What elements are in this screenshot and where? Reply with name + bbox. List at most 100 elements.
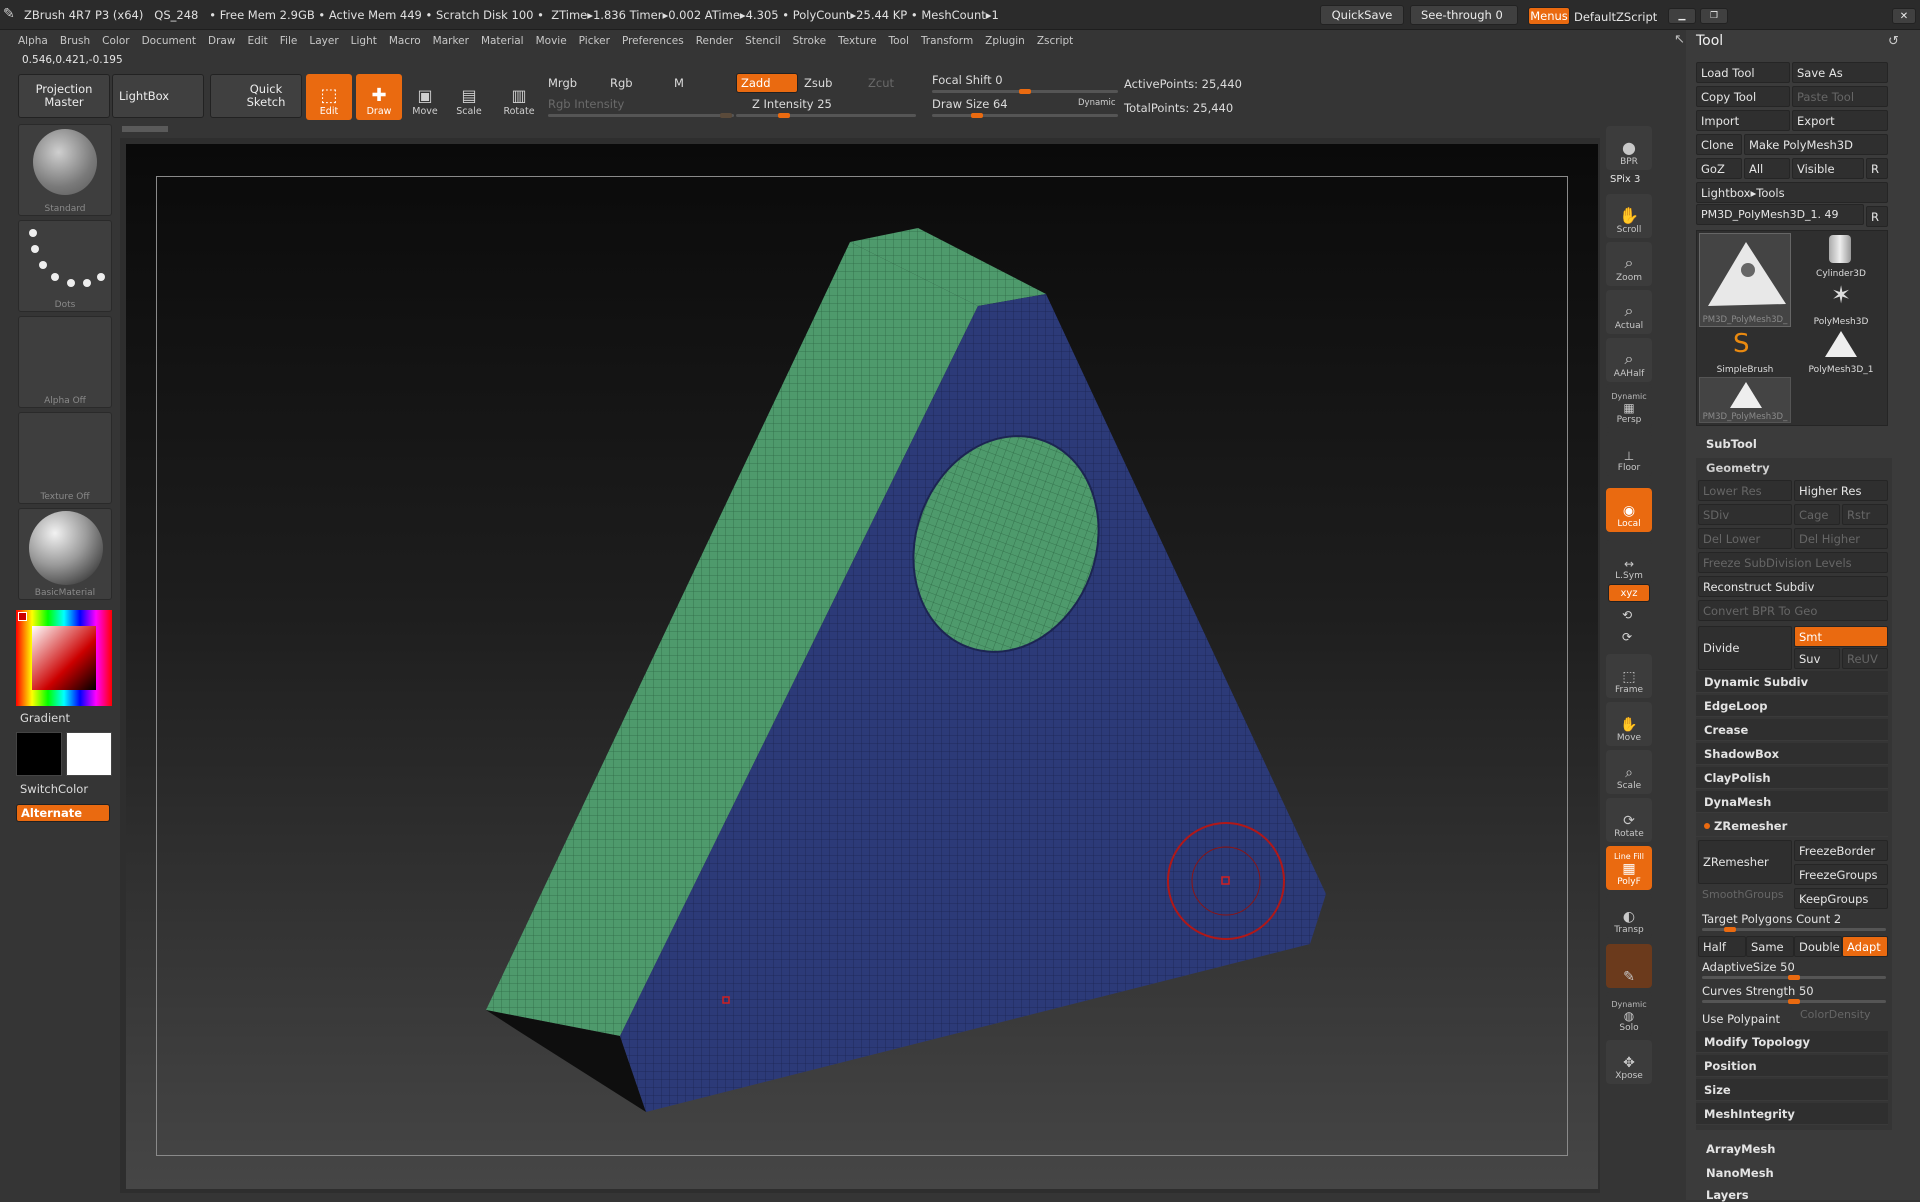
primary-color-swatch[interactable] bbox=[16, 732, 62, 776]
higher-res-button[interactable]: Higher Res bbox=[1794, 480, 1888, 501]
zoom-button[interactable]: ⌕ Zoom bbox=[1606, 242, 1652, 286]
menu-picker[interactable]: Picker bbox=[579, 31, 610, 51]
claypolish-section[interactable]: ClayPolish bbox=[1696, 767, 1888, 789]
color-picker-hue[interactable] bbox=[16, 610, 112, 706]
sdiv-slider[interactable]: SDiv bbox=[1698, 504, 1792, 525]
ghost-button[interactable]: ✎ bbox=[1606, 944, 1652, 988]
canvas-tab-handle[interactable] bbox=[122, 126, 168, 132]
menu-draw[interactable]: Draw bbox=[208, 31, 235, 51]
divide-button[interactable]: Divide bbox=[1698, 626, 1792, 670]
lower-res-button[interactable]: Lower Res bbox=[1698, 480, 1792, 501]
quick-sketch-button[interactable]: Quick Sketch bbox=[210, 74, 302, 118]
freeze-subdiv-button[interactable]: Freeze SubDivision Levels bbox=[1698, 552, 1888, 573]
tool-thumb-cylinder[interactable]: Cylinder3D bbox=[1795, 233, 1887, 279]
double-button[interactable]: Double bbox=[1794, 936, 1842, 957]
zadd-button[interactable]: Zadd bbox=[736, 73, 798, 93]
zsub-button[interactable]: Zsub bbox=[804, 76, 832, 90]
actual-button[interactable]: ⌕ Actual bbox=[1606, 290, 1652, 334]
polyf-button[interactable]: Line Fill ▦ PolyF bbox=[1606, 846, 1652, 890]
make-polymesh-button[interactable]: Make PolyMesh3D bbox=[1744, 134, 1888, 155]
use-polypaint-button[interactable]: Use Polypaint bbox=[1698, 1008, 1792, 1029]
menu-movie[interactable]: Movie bbox=[536, 31, 567, 51]
move-view-button[interactable]: ✋ Move bbox=[1606, 702, 1652, 746]
adaptive-size-slider[interactable]: AdaptiveSize 50 bbox=[1702, 960, 1795, 974]
alternate-button[interactable]: Alternate bbox=[16, 804, 110, 822]
menu-zscript[interactable]: Zscript bbox=[1037, 31, 1073, 51]
goz-r-button[interactable]: R bbox=[1866, 158, 1888, 179]
menu-stroke[interactable]: Stroke bbox=[793, 31, 826, 51]
stroke-selector[interactable]: Dots bbox=[18, 220, 112, 312]
menu-macro[interactable]: Macro bbox=[389, 31, 421, 51]
scale-mode-button[interactable]: ▤ Scale bbox=[446, 74, 492, 120]
suv-toggle[interactable]: Suv bbox=[1794, 648, 1840, 669]
menu-file[interactable]: File bbox=[280, 31, 298, 51]
zremesher-section[interactable]: ZRemesher bbox=[1696, 815, 1888, 837]
rotate-axis2-icon[interactable]: ⟳ bbox=[1622, 630, 1632, 644]
move-mode-button[interactable]: ▣ Move bbox=[402, 74, 448, 120]
subtool-section[interactable]: SubTool bbox=[1706, 437, 1757, 451]
same-button[interactable]: Same bbox=[1746, 936, 1794, 957]
default-zscript-button[interactable]: DefaultZScript bbox=[1574, 10, 1657, 24]
load-tool-button[interactable]: Load Tool bbox=[1696, 62, 1790, 83]
copy-tool-button[interactable]: Copy Tool bbox=[1696, 86, 1790, 107]
menu-layer[interactable]: Layer bbox=[309, 31, 338, 51]
dynamesh-section[interactable]: DynaMesh bbox=[1696, 791, 1888, 813]
edit-mode-button[interactable]: ⬚ Edit bbox=[306, 74, 352, 120]
menu-texture[interactable]: Texture bbox=[838, 31, 876, 51]
xpose-button[interactable]: ✥ Xpose bbox=[1606, 1040, 1652, 1084]
restore-button[interactable]: ❐ bbox=[1700, 8, 1728, 24]
freeze-border-button[interactable]: FreezeBorder bbox=[1794, 840, 1888, 861]
menu-light[interactable]: Light bbox=[351, 31, 377, 51]
nanomesh-section[interactable]: NanoMesh bbox=[1706, 1166, 1774, 1180]
draw-size-slider[interactable]: Draw Size 64 bbox=[932, 97, 1008, 111]
export-button[interactable]: Export bbox=[1792, 110, 1888, 131]
save-as-button[interactable]: Save As bbox=[1792, 62, 1888, 83]
mesh-integrity-section[interactable]: MeshIntegrity bbox=[1696, 1103, 1888, 1125]
transp-button[interactable]: ◐ Transp bbox=[1606, 894, 1652, 938]
mesh-model[interactable] bbox=[126, 144, 1598, 1189]
gradient-toggle[interactable]: Gradient bbox=[20, 711, 70, 725]
switch-color-button[interactable]: SwitchColor bbox=[20, 782, 88, 796]
menu-preferences[interactable]: Preferences bbox=[622, 31, 684, 51]
target-polygons-track[interactable] bbox=[1702, 927, 1886, 932]
dynamic-toggle[interactable]: Dynamic bbox=[1078, 98, 1116, 108]
smt-toggle[interactable]: Smt bbox=[1794, 626, 1888, 647]
rotate-axis-icon[interactable]: ⟲ bbox=[1622, 608, 1632, 622]
zremesher-button[interactable]: ZRemesher bbox=[1698, 840, 1792, 884]
rotate-mode-button[interactable]: ▥ Rotate bbox=[496, 74, 542, 120]
focal-shift-track[interactable] bbox=[932, 89, 1118, 94]
tool-thumb-polymesh3d[interactable]: ✶ PolyMesh3D bbox=[1795, 281, 1887, 327]
bpr-button[interactable]: ● BPR bbox=[1606, 126, 1652, 170]
rgb-button[interactable]: Rgb bbox=[610, 76, 633, 90]
tool-thumb-simplebrush[interactable]: S SimpleBrush bbox=[1699, 329, 1791, 375]
lsym-button[interactable]: ↔ L.Sym bbox=[1606, 540, 1652, 584]
dynamic-subdiv-section[interactable]: Dynamic Subdiv bbox=[1696, 671, 1888, 693]
lightbox-button[interactable]: LightBox bbox=[112, 74, 204, 118]
menu-alpha[interactable]: Alpha bbox=[18, 31, 48, 51]
scale-view-button[interactable]: ⌕ Scale bbox=[1606, 750, 1652, 794]
curves-strength-track[interactable] bbox=[1702, 999, 1886, 1004]
menu-brush[interactable]: Brush bbox=[60, 31, 90, 51]
edgeloop-section[interactable]: EdgeLoop bbox=[1696, 695, 1888, 717]
goz-all-button[interactable]: All bbox=[1744, 158, 1790, 179]
goz-visible-button[interactable]: Visible bbox=[1792, 158, 1864, 179]
floor-button[interactable]: ⊥ Floor bbox=[1606, 432, 1652, 476]
menu-color[interactable]: Color bbox=[102, 31, 129, 51]
size-section[interactable]: Size bbox=[1696, 1079, 1888, 1101]
menu-marker[interactable]: Marker bbox=[433, 31, 469, 51]
rotate-view-button[interactable]: ⟳ Rotate bbox=[1606, 798, 1652, 842]
shadowbox-section[interactable]: ShadowBox bbox=[1696, 743, 1888, 765]
import-button[interactable]: Import bbox=[1696, 110, 1790, 131]
solo-button[interactable]: Dynamic ◍ Solo bbox=[1606, 992, 1652, 1036]
close-icon[interactable]: ✕ bbox=[1892, 8, 1916, 24]
menu-zplugin[interactable]: Zplugin bbox=[985, 31, 1025, 51]
modify-topology-section[interactable]: Modify Topology bbox=[1696, 1031, 1888, 1053]
current-tool-r-button[interactable]: R bbox=[1866, 206, 1888, 227]
material-selector[interactable]: BasicMaterial bbox=[18, 508, 112, 600]
menu-stencil[interactable]: Stencil bbox=[745, 31, 781, 51]
focal-shift-slider[interactable]: Focal Shift 0 bbox=[932, 73, 1003, 87]
keep-groups-button[interactable]: KeepGroups bbox=[1794, 888, 1888, 909]
rgb-intensity-track[interactable] bbox=[548, 113, 734, 118]
menu-document[interactable]: Document bbox=[142, 31, 196, 51]
smooth-groups-slider[interactable]: SmoothGroups bbox=[1702, 888, 1784, 901]
